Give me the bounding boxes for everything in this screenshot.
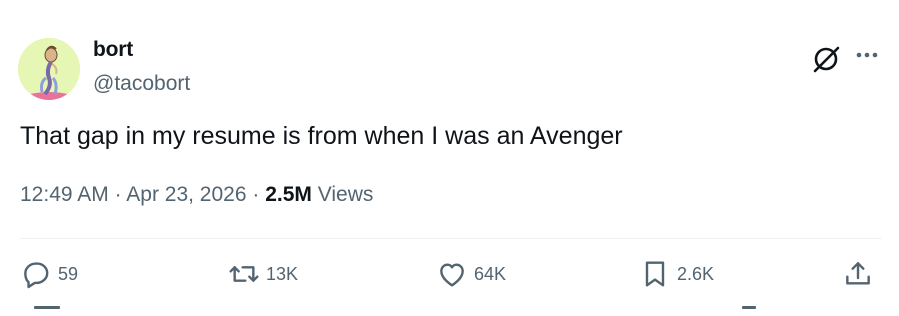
repost-icon bbox=[229, 266, 259, 282]
reply-count: 59 bbox=[58, 263, 79, 284]
like-count: 64K bbox=[474, 263, 507, 284]
repost-count: 13K bbox=[266, 263, 299, 284]
avatar[interactable] bbox=[18, 38, 80, 100]
share-button[interactable] bbox=[842, 256, 874, 292]
more-icon[interactable] bbox=[854, 46, 880, 72]
repost-button[interactable]: 13K bbox=[228, 256, 298, 292]
bookmark-icon bbox=[645, 261, 665, 287]
grok-icon[interactable] bbox=[811, 44, 841, 74]
like-button[interactable]: 64K bbox=[436, 256, 506, 292]
tweet-meta: 12:49 AM · Apr 23, 2026 · 2.5M Views bbox=[20, 183, 373, 207]
avatar-illustration bbox=[18, 38, 80, 100]
views-count[interactable]: 2.5M bbox=[265, 183, 312, 206]
like-icon bbox=[440, 263, 464, 287]
meta-separator: · bbox=[252, 183, 260, 206]
reply-icon bbox=[24, 262, 49, 289]
divider bbox=[20, 238, 882, 239]
bookmark-button[interactable]: 2.6K bbox=[639, 256, 714, 292]
display-name[interactable]: bort bbox=[93, 38, 133, 62]
views-label[interactable]: Views bbox=[318, 183, 374, 206]
tweet-text: That gap in my resume is from when I was… bbox=[20, 122, 623, 150]
meta-separator: · bbox=[114, 183, 122, 206]
bookmark-count: 2.6K bbox=[677, 263, 715, 284]
user-handle[interactable]: @tacobort bbox=[93, 72, 190, 96]
reply-button[interactable]: 59 bbox=[20, 256, 78, 292]
tweet-date[interactable]: Apr 23, 2026 bbox=[126, 183, 246, 206]
cut-off-row bbox=[20, 306, 882, 316]
tweet-time[interactable]: 12:49 AM bbox=[20, 183, 109, 206]
share-icon bbox=[846, 262, 870, 285]
